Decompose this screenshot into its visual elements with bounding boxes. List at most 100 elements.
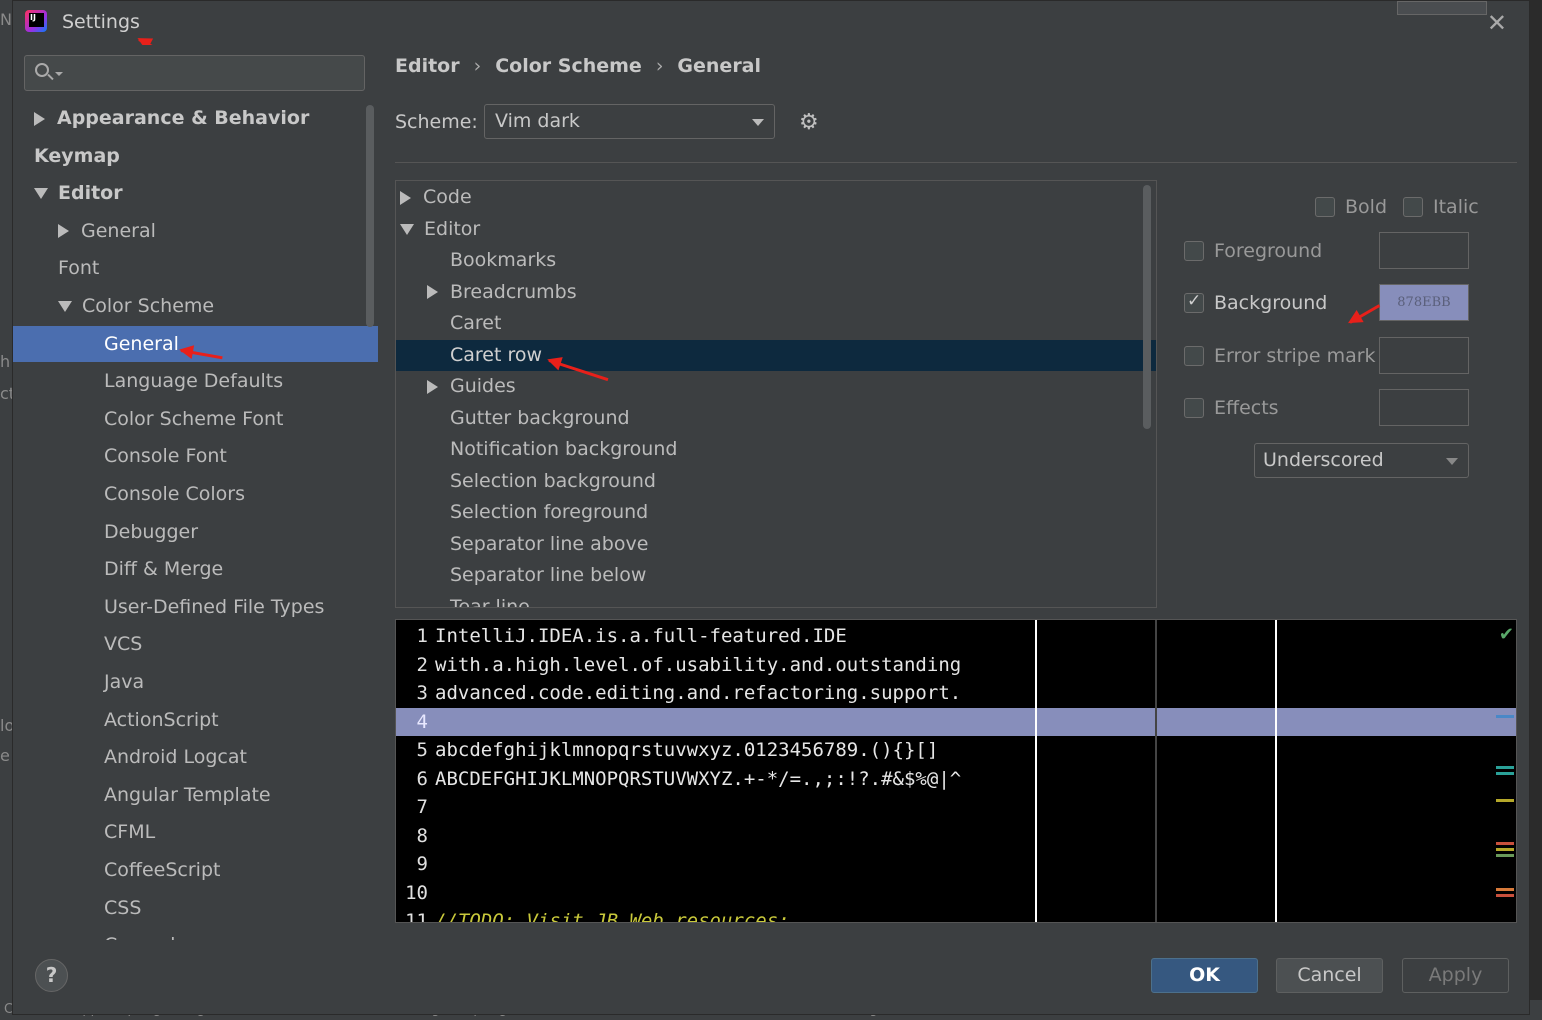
collapsed-arrow-icon[interactable] — [34, 111, 45, 126]
chevron-right-icon: › — [473, 55, 482, 77]
code-line: 7 — [396, 793, 1516, 822]
sidebar-item[interactable]: Console Colors — [13, 476, 378, 512]
line-number: 7 — [416, 796, 428, 818]
error-stripe-marker[interactable] — [1496, 799, 1514, 802]
ok-button[interactable]: OK — [1151, 958, 1258, 993]
chevron-down-icon — [55, 72, 63, 76]
line-number: 8 — [416, 824, 428, 847]
sidebar-item[interactable]: Keymap — [13, 138, 378, 174]
effects-label: Effects — [1214, 397, 1279, 419]
error-stripe-checkbox[interactable] — [1184, 346, 1204, 366]
error-stripe-marker[interactable] — [1496, 854, 1514, 857]
foreground-label: Foreground — [1214, 240, 1323, 262]
background-checkbox[interactable] — [1184, 291, 1204, 313]
sidebar-item[interactable]: VCS — [13, 626, 378, 662]
italic-checkbox[interactable] — [1403, 197, 1423, 217]
attribute-item[interactable]: Gutter background — [396, 403, 1156, 434]
attribute-item[interactable]: Selection foreground — [396, 497, 1156, 528]
error-stripe-marker[interactable] — [1496, 888, 1514, 891]
bold-checkbox[interactable] — [1315, 197, 1335, 217]
error-stripe-marker[interactable] — [1496, 894, 1514, 897]
sidebar-item[interactable]: CFML — [13, 814, 378, 850]
attribute-item[interactable]: Selection background — [396, 466, 1156, 497]
sidebar-item[interactable]: Console Font — [13, 438, 378, 474]
attribute-item[interactable]: Notification background — [396, 434, 1156, 465]
attributes-scrollbar[interactable] — [1143, 185, 1151, 429]
expanded-arrow-icon[interactable] — [400, 223, 414, 235]
cancel-button[interactable]: Cancel — [1276, 958, 1383, 993]
breadcrumb: Editor › Color Scheme › General — [395, 55, 761, 77]
settings-sidebar: Appearance & Behavior Keymap Editor General… — [13, 45, 378, 940]
collapsed-arrow-icon[interactable] — [400, 190, 411, 205]
attribute-item[interactable]: Separator line above — [396, 529, 1156, 560]
code-line: 6 ABCDEFGHIJKLMNOPQRSTUVWXYZ.+-*/=.,;:!?.… — [396, 765, 1516, 794]
line-number: 6 — [416, 767, 428, 790]
apply-button[interactable]: Apply — [1402, 958, 1509, 993]
gear-icon[interactable]: ⚙ — [799, 112, 821, 134]
sidebar-item[interactable]: Appearance & Behavior — [13, 100, 378, 136]
sidebar-item[interactable]: CoffeeScript — [13, 852, 378, 888]
sidebar-item-label: Keymap — [34, 144, 120, 167]
attribute-item[interactable]: Tear line — [396, 592, 1156, 608]
sidebar-item[interactable]: User-Defined File Types — [13, 589, 378, 625]
foreground-checkbox[interactable] — [1184, 241, 1204, 261]
effects-color-swatch[interactable] — [1379, 389, 1469, 426]
expanded-arrow-icon[interactable] — [34, 188, 48, 200]
expanded-arrow-icon[interactable] — [58, 301, 72, 312]
foreground-color-swatch[interactable] — [1379, 232, 1469, 269]
error-stripe-marker[interactable] — [1496, 848, 1514, 851]
sidebar-item[interactable]: ActionScript — [13, 702, 378, 738]
collapsed-arrow-icon[interactable] — [58, 224, 69, 239]
line-number: 10 — [405, 881, 428, 904]
sidebar-item[interactable]: Cucumber — [13, 927, 378, 940]
collapsed-arrow-icon[interactable] — [427, 285, 438, 299]
attribute-item[interactable]: Caret row — [396, 339, 1156, 371]
background-color-swatch[interactable]: 878EBB — [1379, 284, 1469, 321]
breadcrumb-item: General — [677, 55, 762, 77]
sidebar-item[interactable]: General — [13, 213, 378, 249]
error-stripe-color-swatch[interactable] — [1379, 337, 1469, 374]
effect-type-value: Underscored — [1263, 449, 1384, 471]
error-stripe-marker[interactable] — [1496, 772, 1514, 775]
sidebar-item[interactable]: Angular Template — [13, 777, 378, 813]
error-stripe-marker[interactable] — [1496, 715, 1514, 718]
attribute-item[interactable]: Bookmarks — [396, 245, 1156, 276]
sidebar-item[interactable]: Font — [13, 250, 378, 286]
attribute-item[interactable]: Separator line below — [396, 560, 1156, 591]
sidebar-item-label: Color Scheme — [82, 295, 215, 317]
sidebar-item[interactable]: General — [13, 325, 378, 362]
sidebar-item[interactable]: Language Defaults — [13, 363, 378, 399]
code-line: 1 IntelliJ.IDEA.is.a.full-featured.IDE — [396, 622, 1516, 651]
error-stripe-marker[interactable] — [1496, 766, 1514, 769]
attribute-item[interactable]: Code — [396, 182, 1156, 213]
inspection-ok-icon: ✔ — [1498, 624, 1514, 645]
collapsed-arrow-icon[interactable] — [427, 379, 438, 394]
attribute-item[interactable]: Guides — [396, 371, 1156, 402]
sidebar-item[interactable]: Diff & Merge — [13, 551, 378, 587]
code-text: ABCDEFGHIJKLMNOPQRSTUVWXYZ.+-*/=.,;:!?.#… — [435, 767, 962, 790]
scheme-dropdown[interactable]: Vim dark — [484, 104, 775, 139]
sidebar-item[interactable]: Java — [13, 664, 378, 700]
attribute-item[interactable]: Editor — [396, 214, 1156, 245]
attribute-item[interactable]: Caret — [396, 308, 1156, 339]
sidebar-item[interactable]: CSS — [13, 890, 378, 926]
attribute-label: Selection background — [450, 469, 656, 492]
attribute-label: Separator line below — [450, 564, 647, 586]
sidebar-item-label: Appearance & Behavior — [57, 107, 310, 129]
color-scheme-preview[interactable]: 1 IntelliJ.IDEA.is.a.full-featured.IDE 2 wi… — [395, 619, 1517, 923]
error-stripe-marker[interactable] — [1496, 842, 1514, 845]
close-icon[interactable]: ✕ — [1487, 9, 1507, 37]
code-line: 8 — [396, 822, 1516, 851]
effect-type-dropdown[interactable]: Underscored — [1254, 443, 1469, 478]
settings-search-input[interactable] — [24, 55, 365, 91]
help-button[interactable]: ? — [35, 959, 68, 992]
sidebar-item[interactable]: Debugger — [13, 514, 378, 550]
code-line: 2 with.a.high.level.of.usability.and.outs… — [396, 651, 1516, 680]
sidebar-item[interactable]: Editor — [13, 175, 378, 211]
sidebar-item[interactable]: Color Scheme Font — [13, 401, 378, 437]
effects-checkbox[interactable] — [1184, 398, 1204, 418]
sidebar-item[interactable]: Color Scheme — [13, 288, 378, 324]
sidebar-item[interactable]: Android Logcat — [13, 739, 378, 775]
attribute-item[interactable]: Breadcrumbs — [396, 277, 1156, 308]
sidebar-scrollbar[interactable] — [366, 105, 374, 327]
